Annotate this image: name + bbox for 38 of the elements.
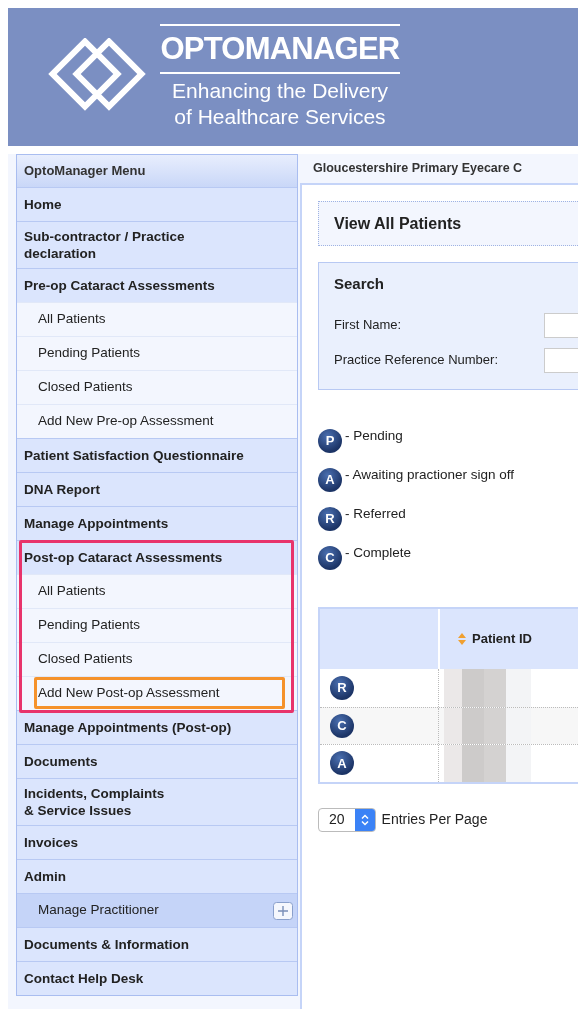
menu-section[interactable]: DNA Report — [17, 472, 297, 506]
column-header[interactable]: Patient ID — [472, 629, 532, 649]
menu-section[interactable]: Incidents, Complaints & Service Issues — [17, 778, 297, 825]
menu-section[interactable]: Contact Help Desk — [17, 961, 297, 995]
search-title: Search — [334, 274, 386, 294]
page-size-select[interactable]: 20 — [318, 807, 376, 832]
menu-section[interactable]: Documents & Information — [17, 927, 297, 961]
page-title: View All Patients — [334, 213, 462, 234]
legend-label: - Complete — [345, 544, 412, 562]
status-badge: R — [318, 506, 342, 531]
status-badge: P — [318, 428, 342, 453]
status-badge: R — [330, 675, 354, 700]
menu-section[interactable]: Patient Satisfaction Questionnaire — [17, 438, 297, 472]
legend-label: - Awaiting practioner sign off — [345, 466, 515, 484]
stepper-icon — [360, 813, 369, 826]
menu-section[interactable]: Documents — [17, 744, 297, 778]
tagline: Enhancing the Delivery — [172, 78, 388, 104]
brand-name: OPTOMANAGER — [160, 30, 400, 68]
status-badge: C — [330, 713, 354, 738]
menu-section[interactable]: Manage Appointments — [17, 506, 297, 540]
status-badge: C — [318, 545, 342, 570]
menu-section[interactable]: Sub-contractor / Practice declaration — [17, 221, 297, 268]
legend-label: - Referred — [345, 505, 406, 523]
legend-label: - Pending — [345, 427, 403, 445]
breadcrumb: Gloucestershire Primary Eyecare C — [313, 160, 523, 178]
status-badge: A — [318, 467, 342, 492]
menu-item[interactable]: Manage Practitioner — [17, 893, 297, 927]
tagline: of Healthcare Services — [174, 104, 386, 130]
menu-section[interactable]: Home — [17, 187, 297, 221]
menu-title: OptoManager Menu — [17, 155, 297, 187]
entries-label: Entries Per Page — [381, 810, 488, 829]
menu-section[interactable]: Admin — [17, 859, 297, 893]
menu-section[interactable]: Pre-op Cataract Assessments — [17, 268, 297, 302]
field-label: Practice Reference Number: — [334, 351, 499, 370]
menu-section[interactable]: Invoices — [17, 825, 297, 859]
field-label: First Name: — [334, 316, 403, 335]
status-badge: A — [330, 751, 354, 776]
plus-icon[interactable] — [273, 901, 293, 920]
